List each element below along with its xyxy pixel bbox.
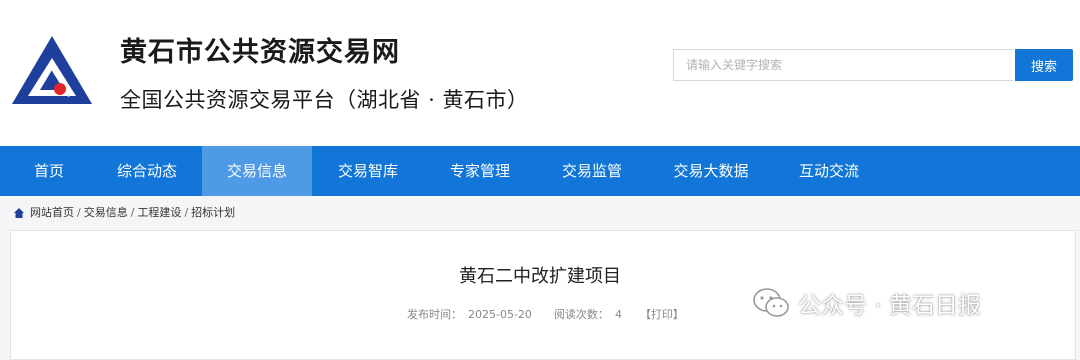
search-input[interactable] xyxy=(673,49,1013,81)
watermark-text: 公众号 · 黄石日报 xyxy=(798,293,981,319)
wechat-icon xyxy=(753,288,789,317)
publish-label: 发布时间： xyxy=(407,308,462,321)
breadcrumb-tender-plan[interactable]: 招标计划 xyxy=(191,206,235,219)
main-nav: 首页 综合动态 交易信息 交易智库 专家管理 交易监管 交易大数据 互动交流 xyxy=(0,146,1080,196)
nav-item-big-data[interactable]: 交易大数据 xyxy=(648,146,774,196)
watermark: 公众号 · 黄石日报 xyxy=(752,283,981,323)
breadcrumb: 网站首页 / 交易信息 / 工程建设 / 招标计划 xyxy=(14,204,235,222)
print-link[interactable]: 【打印】 xyxy=(640,308,684,321)
search-button[interactable]: 搜索 xyxy=(1015,49,1073,81)
nav-item-trading-info[interactable]: 交易信息 xyxy=(202,146,312,196)
breadcrumb-home[interactable]: 网站首页 xyxy=(30,206,74,219)
nav-item-home[interactable]: 首页 xyxy=(0,146,98,196)
nav-item-think-tank[interactable]: 交易智库 xyxy=(312,146,424,196)
site-header: 黄石市公共资源交易网 全国公共资源交易平台（湖北省 · 黄石市） 搜索 xyxy=(0,0,1080,146)
article-meta: 发布时间： 2025-05-20 阅读次数： 4 【打印】 xyxy=(407,306,690,322)
breadcrumb-separator: / xyxy=(184,206,189,219)
breadcrumb-separator: / xyxy=(77,206,81,219)
breadcrumb-engineering[interactable]: 工程建设 xyxy=(137,206,181,219)
views-label: 阅读次数： xyxy=(553,308,609,321)
triangle-logo-icon[interactable] xyxy=(10,34,94,106)
views-count: 4 xyxy=(614,308,622,321)
publish-date: 2025-05-20 xyxy=(468,308,532,321)
nav-item-news[interactable]: 综合动态 xyxy=(98,146,196,196)
nav-item-interaction[interactable]: 互动交流 xyxy=(774,146,884,196)
home-icon xyxy=(14,208,24,218)
site-title: 黄石市公共资源交易网 xyxy=(120,37,400,68)
nav-item-supervision[interactable]: 交易监管 xyxy=(536,146,648,196)
nav-item-expert-management[interactable]: 专家管理 xyxy=(424,146,536,196)
site-subtitle: 全国公共资源交易平台（湖北省 · 黄石市） xyxy=(120,88,529,112)
breadcrumb-trading-info[interactable]: 交易信息 xyxy=(84,206,128,219)
breadcrumb-separator: / xyxy=(130,206,135,219)
